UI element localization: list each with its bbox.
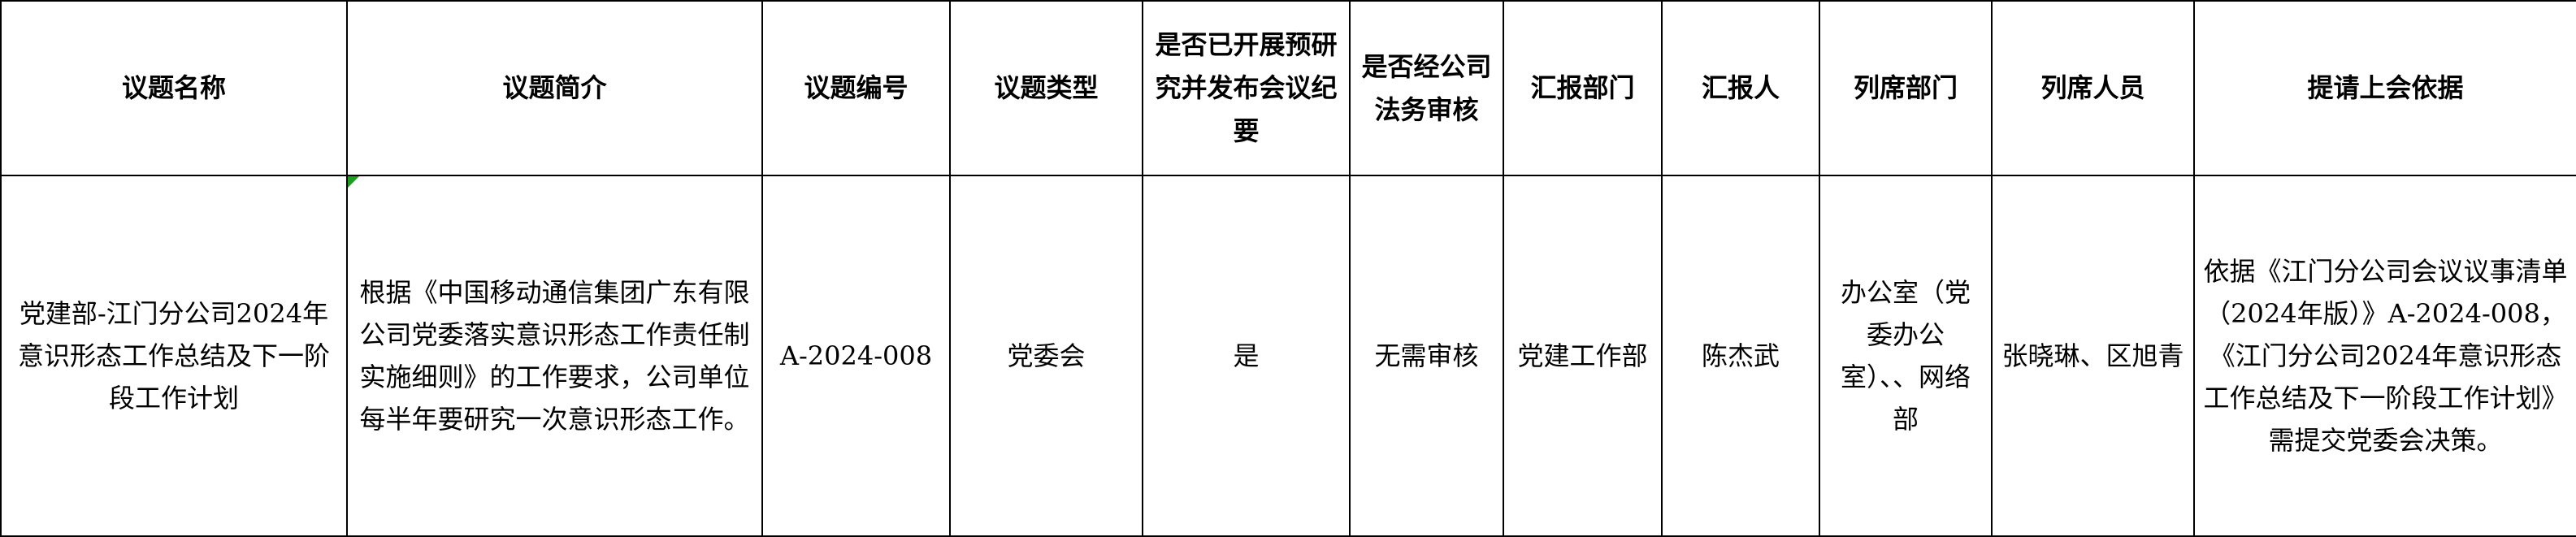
cell-attend-dept[interactable]: 办公室（党委办公室）、、网络部: [1819, 175, 1993, 537]
header-report-dept[interactable]: 汇报部门: [1503, 0, 1663, 176]
header-basis[interactable]: 提请上会依据: [2193, 0, 2576, 176]
header-row: 议题名称 议题简介 议题编号 议题类型 是否已开展预研究并发布会议纪要 是否经公…: [0, 0, 2576, 176]
header-topic-code[interactable]: 议题编号: [761, 0, 951, 176]
cell-basis[interactable]: 依据《江门分公司会议议事清单（2024年版）》A-2024-008，《江门分公司…: [2193, 175, 2576, 537]
cell-topic-code[interactable]: A-2024-008: [761, 175, 951, 537]
cell-report-dept[interactable]: 党建工作部: [1503, 175, 1663, 537]
header-topic-type[interactable]: 议题类型: [949, 0, 1143, 176]
agenda-table: 议题名称 议题简介 议题编号 议题类型 是否已开展预研究并发布会议纪要 是否经公…: [0, 0, 2576, 537]
header-legal-review[interactable]: 是否经公司法务审核: [1349, 0, 1504, 176]
cell-pre-research[interactable]: 是: [1142, 175, 1351, 537]
header-pre-research[interactable]: 是否已开展预研究并发布会议纪要: [1142, 0, 1351, 176]
cell-topic-name[interactable]: 党建部-江门分公司2024年意识形态工作总结及下一阶段工作计划: [0, 175, 348, 537]
cell-attendees[interactable]: 张晓琳、区旭青: [1991, 175, 2195, 537]
comment-marker-icon[interactable]: [349, 177, 359, 188]
cell-topic-intro-text: 根据《中国移动通信集团广东有限公司党委落实意识形态工作责任制实施细则》的工作要求…: [359, 277, 750, 435]
header-attendees[interactable]: 列席人员: [1991, 0, 2195, 176]
header-attend-dept[interactable]: 列席部门: [1819, 0, 1993, 176]
header-topic-intro[interactable]: 议题简介: [346, 0, 763, 176]
header-reporter[interactable]: 汇报人: [1661, 0, 1820, 176]
table-row: 党建部-江门分公司2024年意识形态工作总结及下一阶段工作计划 根据《中国移动通…: [0, 175, 2576, 537]
cell-legal-review[interactable]: 无需审核: [1349, 175, 1504, 537]
header-topic-name[interactable]: 议题名称: [0, 0, 348, 176]
cell-reporter[interactable]: 陈杰武: [1661, 175, 1820, 537]
cell-topic-type[interactable]: 党委会: [949, 175, 1143, 537]
cell-topic-intro[interactable]: 根据《中国移动通信集团广东有限公司党委落实意识形态工作责任制实施细则》的工作要求…: [346, 175, 763, 537]
